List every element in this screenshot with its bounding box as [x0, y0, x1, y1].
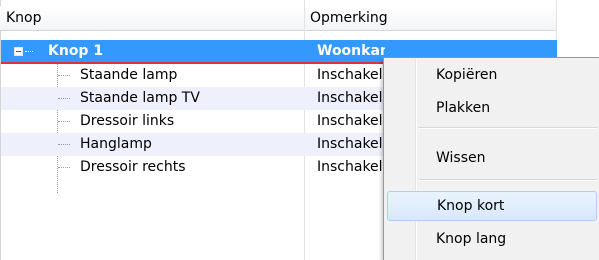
row-remark: Inschakelen [317, 159, 392, 175]
tree-line-icon [58, 144, 70, 145]
tree-line-icon [25, 51, 33, 52]
row-name: Staande lamp [80, 67, 178, 83]
column-header-opmerking[interactable]: Opmerking [310, 6, 540, 30]
menu-item-label: Knop lang [436, 231, 507, 247]
row-remark: Woonkamer aan [317, 43, 385, 59]
row-name: Knop 1 [48, 43, 104, 59]
tree-line-icon [58, 75, 70, 76]
row-name: Dressoir rechts [80, 159, 186, 175]
column-header: Knop Opmerking [0, 6, 557, 31]
menu-separator [419, 179, 597, 180]
row-name: Dressoir links [80, 113, 175, 129]
menu-item-knop-kort[interactable]: Knop kort [387, 191, 597, 221]
menu-item-label: Kopiëren [436, 67, 498, 83]
minus-box-icon[interactable] [14, 47, 23, 56]
row-remark: Inschakelen [317, 67, 392, 83]
tree-line-icon [58, 98, 70, 99]
row-remark: Inschakelen [317, 90, 392, 106]
row-remark: Inschakelen [317, 113, 392, 129]
menu-item-plakken[interactable]: Plakken [387, 93, 597, 123]
menu-item-wissen[interactable]: Wissen [387, 143, 597, 173]
menu-item-label: Wissen [436, 150, 486, 166]
row-remark: Inschakelen [317, 136, 392, 152]
context-menu: Kopiëren Plakken Wissen Knop kort Knop l… [383, 57, 599, 260]
tree-line-icon [58, 167, 70, 168]
menu-item-label: Plakken [436, 100, 491, 116]
menu-item-kopieren[interactable]: Kopiëren [387, 60, 597, 90]
row-name: Staande lamp TV [80, 90, 200, 106]
tree-line-icon [58, 121, 70, 122]
menu-item-label: Knop kort [437, 198, 505, 214]
column-header-knop[interactable]: Knop [6, 6, 302, 30]
menu-item-knop-lang[interactable]: Knop lang [387, 224, 597, 254]
menu-separator [419, 127, 597, 128]
row-name: Hanglamp [80, 136, 152, 152]
